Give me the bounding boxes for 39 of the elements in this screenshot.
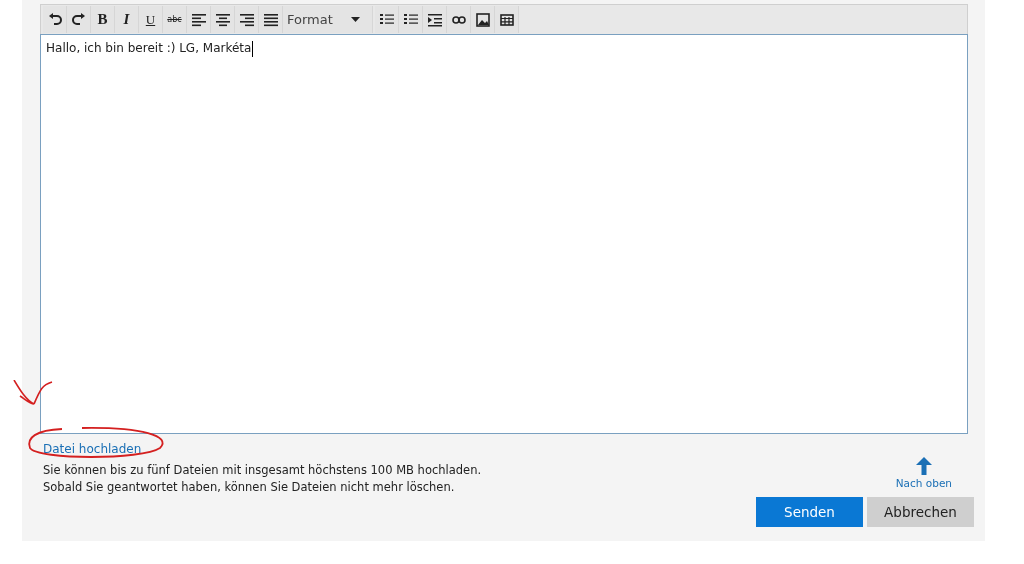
format-button[interactable]: U (139, 6, 163, 33)
toolbar-button[interactable] (399, 6, 423, 33)
align-left-icon (190, 12, 207, 27)
toolbar-button[interactable] (235, 6, 259, 33)
redo-icon (71, 12, 86, 27)
message-text: Hallo, ich bin bereit :) LG, Markéta (46, 41, 252, 55)
table-icon (499, 13, 514, 26)
toolbar-button[interactable] (375, 6, 399, 33)
arrow-up-icon (915, 457, 932, 475)
toolbar-button[interactable] (495, 6, 519, 33)
caret-icon (351, 17, 360, 22)
toolbar-button[interactable] (187, 6, 211, 33)
format-button[interactable]: B (91, 6, 115, 33)
format-dropdown[interactable]: Format (283, 6, 373, 33)
back-to-top-link[interactable]: Nach oben (895, 457, 952, 489)
toolbar-button[interactable] (211, 6, 235, 33)
undo-icon (47, 12, 62, 27)
justify-icon (262, 12, 279, 27)
upload-note: Sie können bis zu fünf Dateien mit insgesamt höchstens 100 MB hochladen. (43, 462, 482, 479)
upload-note: Sobald Sie geantwortet haben, können Sie Dateien nicht mehr löschen. (43, 479, 456, 496)
align-right-icon (238, 12, 255, 27)
toolbar-button[interactable] (447, 6, 471, 33)
indent-icon (426, 12, 443, 27)
upload-link[interactable]: Datei hochladen (43, 441, 142, 458)
toolbar-button[interactable] (423, 6, 447, 33)
toolbar-button[interactable] (259, 6, 283, 33)
toolbar-button[interactable] (67, 6, 91, 33)
format-button[interactable]: abc (163, 6, 187, 33)
text-cursor (252, 41, 254, 57)
image-icon (475, 12, 490, 27)
bullet-list-icon (378, 12, 395, 27)
toolbar-button[interactable] (471, 6, 495, 33)
link-icon (451, 15, 466, 24)
message-editor[interactable]: Hallo, ich bin bereit :) LG, Markéta (40, 34, 968, 434)
format-button[interactable]: I (115, 6, 139, 33)
send-button[interactable]: Senden (756, 497, 863, 527)
toolbar-button[interactable] (43, 6, 67, 33)
align-center-icon (214, 12, 231, 27)
cancel-button[interactable]: Abbrechen (867, 497, 974, 527)
